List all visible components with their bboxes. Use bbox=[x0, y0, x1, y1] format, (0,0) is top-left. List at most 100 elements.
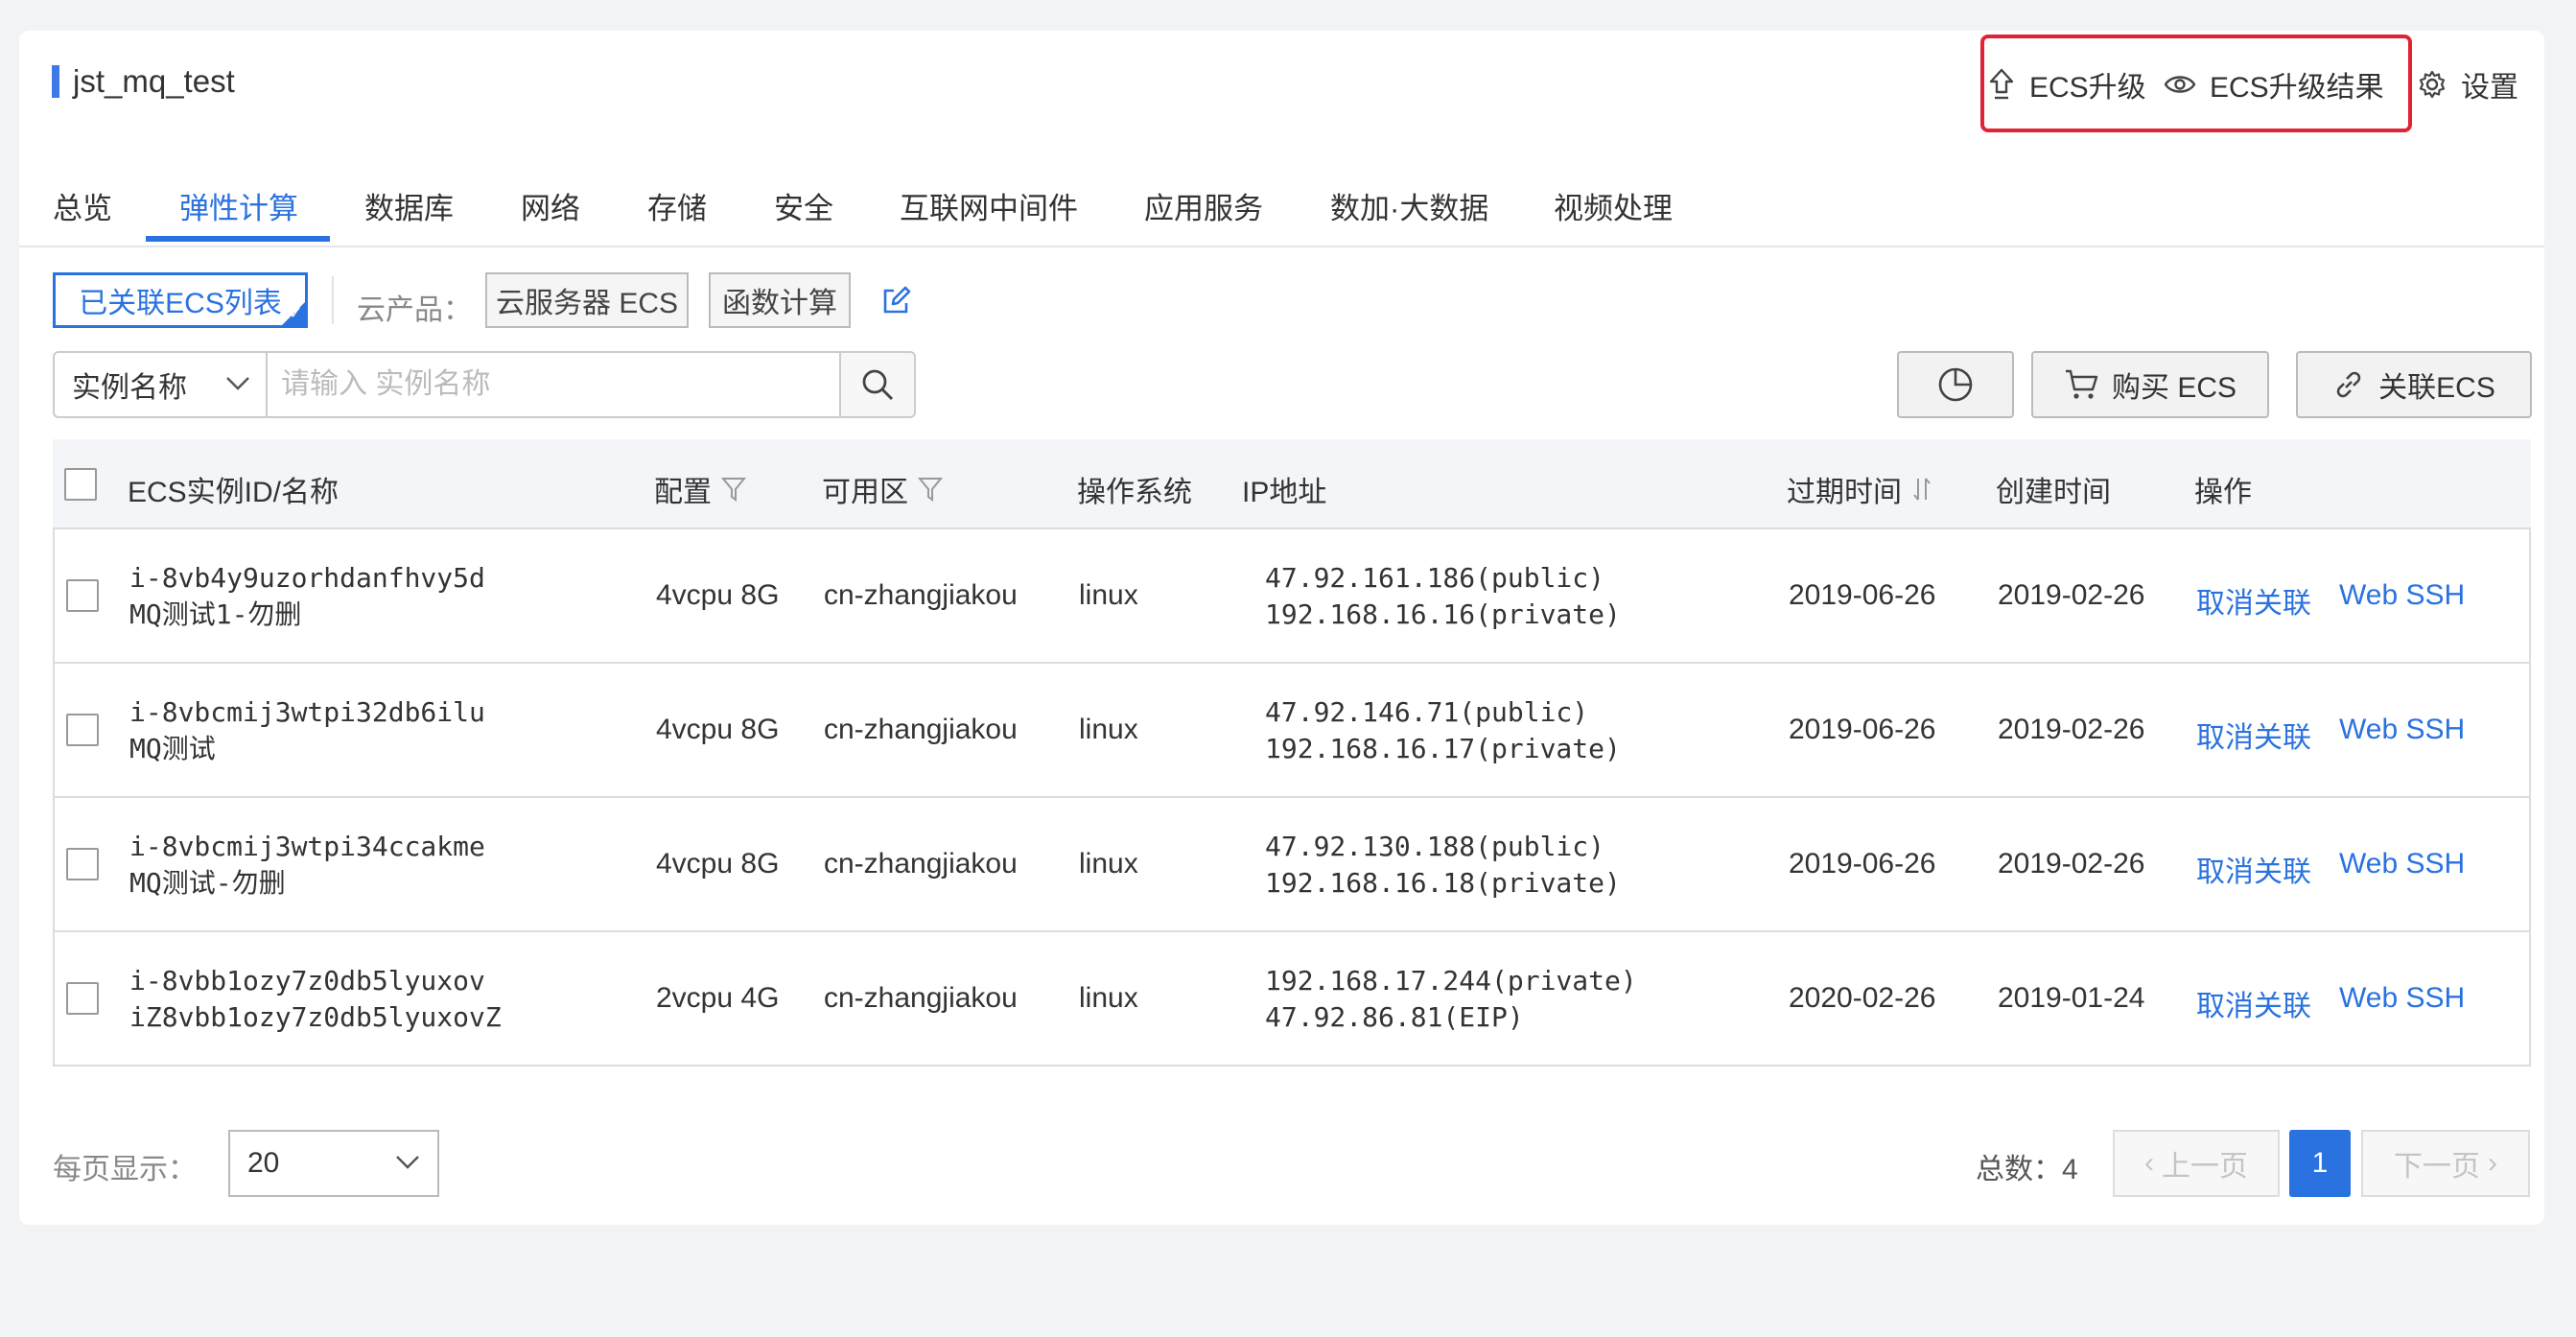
table-row: i-8vb4y9uzorhdanfhvy5d MQ测试1-勿删 4vcpu 8G… bbox=[53, 529, 2531, 664]
tab-database[interactable]: 数据库 bbox=[364, 184, 454, 254]
expire-cell: 2019-06-26 bbox=[1789, 848, 1936, 880]
instance-id: i-8vbcmij3wtpi34ccakme bbox=[129, 831, 485, 862]
header-zone[interactable]: 可用区 bbox=[822, 468, 943, 510]
upgrade-icon bbox=[1989, 68, 2014, 100]
tab-overview[interactable]: 总览 bbox=[53, 184, 112, 254]
buy-ecs-button[interactable]: 购买 ECS bbox=[2031, 351, 2269, 418]
row-checkbox[interactable] bbox=[66, 714, 99, 746]
link-ecs-button[interactable]: 关联ECS bbox=[2296, 351, 2532, 418]
tab-app-services[interactable]: 应用服务 bbox=[1144, 184, 1263, 254]
row-checkbox[interactable] bbox=[66, 982, 99, 1015]
next-page-button[interactable]: 下一页 › bbox=[2361, 1130, 2530, 1197]
header-expire[interactable]: 过期时间 bbox=[1787, 468, 1932, 510]
settings-button[interactable]: 设置 bbox=[2417, 63, 2518, 106]
config-cell: 4vcpu 8G bbox=[656, 714, 780, 745]
select-all-checkbox[interactable] bbox=[64, 468, 97, 501]
tab-security[interactable]: 安全 bbox=[774, 184, 833, 254]
linked-ecs-list-chip[interactable]: 已关联ECS列表 ✓ bbox=[53, 272, 308, 328]
config-cell: 4vcpu 8G bbox=[656, 848, 780, 880]
created-cell: 2019-01-24 bbox=[1998, 982, 2145, 1014]
ip-primary: 47.92.161.186(public) bbox=[1265, 562, 1605, 594]
ip-cell: 47.92.146.71(public) 192.168.16.17(priva… bbox=[1265, 694, 1621, 767]
unlink-link[interactable]: 取消关联 bbox=[2196, 848, 2311, 890]
buy-ecs-label: 购买 ECS bbox=[2111, 372, 2237, 404]
link-ecs-label: 关联ECS bbox=[2378, 372, 2495, 404]
web-ssh-link[interactable]: Web SSH bbox=[2339, 714, 2465, 746]
row-checkbox[interactable] bbox=[66, 579, 99, 612]
filter-icon bbox=[918, 478, 943, 502]
table-row: i-8vbb1ozy7z0db5lyuxov iZ8vbb1ozy7z0db5l… bbox=[53, 932, 2531, 1067]
unlink-link[interactable]: 取消关联 bbox=[2196, 714, 2311, 756]
row-checkbox[interactable] bbox=[66, 848, 99, 880]
link-icon bbox=[2336, 371, 2361, 398]
search-field-value: 实例名称 bbox=[72, 372, 187, 404]
instance-id: i-8vbcmij3wtpi32db6ilu bbox=[129, 696, 485, 728]
unlink-link[interactable]: 取消关联 bbox=[2196, 579, 2311, 622]
unlink-link[interactable]: 取消关联 bbox=[2196, 982, 2311, 1024]
function-compute-label: 函数计算 bbox=[722, 288, 837, 319]
pie-chart-icon bbox=[1938, 367, 1973, 402]
table-row: i-8vbcmij3wtpi34ccakme MQ测试-勿删 4vcpu 8G … bbox=[53, 798, 2531, 932]
ip-secondary: 192.168.16.18(private) bbox=[1265, 867, 1621, 899]
created-cell: 2019-02-26 bbox=[1998, 714, 2145, 745]
ip-primary: 192.168.17.244(private) bbox=[1265, 965, 1637, 997]
ip-cell: 47.92.161.186(public) 192.168.16.16(priv… bbox=[1265, 560, 1621, 633]
search-field-select[interactable]: 实例名称 bbox=[53, 351, 268, 418]
next-page-label: 下一页 bbox=[2394, 1151, 2480, 1183]
search-input[interactable] bbox=[266, 351, 841, 418]
total-label: 总数： bbox=[1976, 1154, 2062, 1185]
header-config-label: 配置 bbox=[654, 477, 712, 508]
linked-ecs-list-label: 已关联ECS列表 bbox=[79, 288, 282, 319]
cart-icon bbox=[2065, 369, 2098, 399]
cloud-product-label: 云产品： bbox=[357, 294, 472, 326]
os-cell: linux bbox=[1079, 714, 1138, 745]
total-value: 4 bbox=[2062, 1154, 2078, 1185]
web-ssh-link[interactable]: Web SSH bbox=[2339, 579, 2465, 612]
ecs-product-chip[interactable]: 云服务器 ECS bbox=[485, 272, 689, 328]
expire-cell: 2019-06-26 bbox=[1789, 579, 1936, 611]
web-ssh-link[interactable]: Web SSH bbox=[2339, 848, 2465, 880]
tab-elastic-compute[interactable]: 弹性计算 bbox=[179, 184, 298, 254]
web-ssh-link[interactable]: Web SSH bbox=[2339, 982, 2465, 1015]
instance-id-cell: i-8vb4y9uzorhdanfhvy5d MQ测试1-勿删 bbox=[129, 560, 485, 633]
statistics-button[interactable] bbox=[1897, 351, 2014, 418]
tab-big-data[interactable]: 数加·大数据 bbox=[1330, 184, 1488, 254]
header-config[interactable]: 配置 bbox=[654, 468, 746, 510]
instance-name: MQ测试1-勿删 bbox=[129, 598, 302, 630]
prev-page-button[interactable]: ‹ 上一页 bbox=[2113, 1130, 2280, 1197]
instance-id-cell: i-8vbb1ozy7z0db5lyuxov iZ8vbb1ozy7z0db5l… bbox=[129, 963, 502, 1036]
created-cell: 2019-02-26 bbox=[1998, 848, 2145, 880]
ecs-upgrade-result-button[interactable]: ECS升级结果 bbox=[2164, 63, 2384, 106]
header-os: 操作系统 bbox=[1077, 477, 1192, 508]
expire-cell: 2019-06-26 bbox=[1789, 714, 1936, 745]
tab-storage[interactable]: 存储 bbox=[647, 184, 707, 254]
config-cell: 4vcpu 8G bbox=[656, 579, 780, 611]
active-tab-indicator bbox=[146, 236, 330, 242]
instance-name: iZ8vbb1ozy7z0db5lyuxovZ bbox=[129, 1001, 502, 1033]
page-1-button[interactable]: 1 bbox=[2289, 1130, 2351, 1197]
check-icon: ✓ bbox=[288, 303, 303, 322]
ip-secondary: 47.92.86.81(EIP) bbox=[1265, 1001, 1524, 1033]
tab-network[interactable]: 网络 bbox=[521, 184, 580, 254]
tab-video-processing[interactable]: 视频处理 bbox=[1554, 184, 1673, 254]
page-title: jst_mq_test bbox=[52, 63, 235, 100]
divider bbox=[332, 276, 334, 324]
table-header: ECS实例ID/名称 配置 可用区 操作系统 IP地址 过期时间 创建时间 操作 bbox=[53, 439, 2531, 529]
eye-icon bbox=[2164, 76, 2196, 93]
ip-primary: 47.92.146.71(public) bbox=[1265, 696, 1589, 728]
search-button[interactable] bbox=[839, 351, 916, 418]
page-size-select[interactable]: 20 bbox=[228, 1130, 439, 1197]
ip-cell: 192.168.17.244(private) 47.92.86.81(EIP) bbox=[1265, 963, 1637, 1036]
total-count: 总数：4 bbox=[1976, 1145, 2078, 1187]
instance-id-cell: i-8vbcmij3wtpi32db6ilu MQ测试 bbox=[129, 694, 485, 767]
chevron-down-icon bbox=[396, 1156, 419, 1169]
edit-icon[interactable] bbox=[880, 286, 911, 317]
zone-cell: cn-zhangjiakou bbox=[824, 714, 1018, 745]
os-cell: linux bbox=[1079, 579, 1138, 611]
search-icon bbox=[862, 369, 894, 401]
function-compute-chip[interactable]: 函数计算 bbox=[709, 272, 851, 328]
tab-internet-middleware[interactable]: 互联网中间件 bbox=[900, 184, 1078, 254]
header-ip: IP地址 bbox=[1242, 477, 1327, 508]
title-accent-bar bbox=[52, 65, 59, 98]
ecs-upgrade-button[interactable]: ECS升级 bbox=[1987, 63, 2146, 106]
